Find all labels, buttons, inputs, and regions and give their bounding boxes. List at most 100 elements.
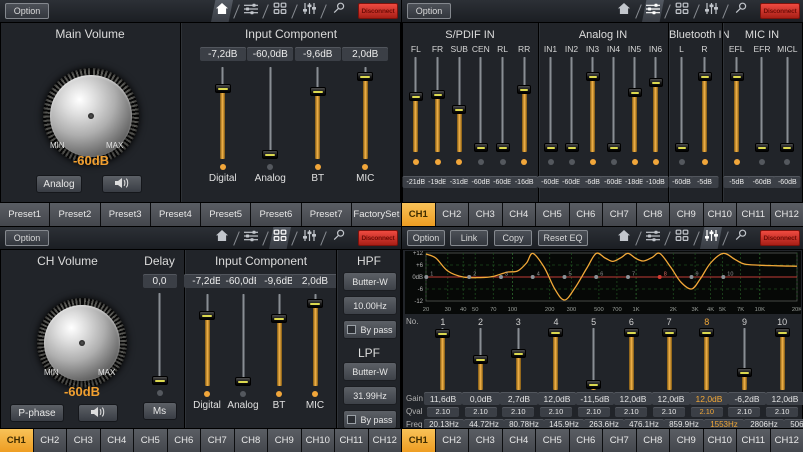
slider-handle[interactable] (628, 88, 642, 97)
eq-gain-slider[interactable] (775, 328, 790, 390)
nav-tab-mixer[interactable] (642, 0, 664, 22)
slider-handle[interactable] (698, 72, 712, 81)
channel-tab-ch7[interactable]: CH7 (603, 203, 636, 226)
slider-handle[interactable] (775, 328, 790, 337)
preset-tab-preset4[interactable]: Preset4 (151, 203, 200, 226)
slider-handle[interactable] (662, 328, 677, 337)
option-button[interactable]: Option (407, 3, 451, 19)
channel-tab-ch6[interactable]: CH6 (168, 429, 201, 452)
channel-tab-ch1[interactable]: CH1 (402, 429, 435, 452)
channel-tab-ch8[interactable]: CH8 (235, 429, 268, 452)
slider-handle[interactable] (517, 85, 531, 94)
preset-tab-factoryset[interactable]: FactorySet (352, 203, 401, 226)
hpf-freq-button[interactable]: 10.00Hz (343, 296, 397, 315)
nav-tab-key[interactable] (729, 227, 751, 249)
eq-gain-slider[interactable] (548, 328, 563, 390)
p-phase-button[interactable]: P-phase (10, 404, 64, 422)
slider-handle[interactable] (624, 328, 639, 337)
slider-handle[interactable] (780, 143, 794, 152)
option-button[interactable]: Option (407, 230, 445, 246)
slider-handle[interactable] (473, 355, 488, 364)
ms-unit-button[interactable]: Ms (143, 402, 177, 420)
slider-handle[interactable] (474, 143, 488, 152)
slider-handle[interactable] (755, 143, 769, 152)
channel-tab-ch5[interactable]: CH5 (536, 203, 569, 226)
nav-tab-key[interactable] (327, 227, 349, 249)
channel-tab-ch11[interactable]: CH11 (737, 429, 770, 452)
nav-tab-mixer[interactable] (642, 227, 664, 249)
preset-tab-preset2[interactable]: Preset2 (50, 203, 99, 226)
nav-tab-grid[interactable] (671, 0, 693, 22)
reset-eq-button[interactable]: Reset EQ (538, 230, 588, 246)
channel-tab-ch1[interactable]: CH1 (0, 429, 33, 452)
delay-slider[interactable] (152, 293, 168, 385)
input-level-slider[interactable] (496, 57, 510, 152)
nav-tab-grid[interactable] (269, 0, 291, 22)
gain-slider[interactable] (310, 67, 326, 159)
input-level-slider[interactable] (517, 57, 531, 152)
input-level-slider[interactable] (474, 57, 488, 152)
channel-tab-ch4[interactable]: CH4 (101, 429, 134, 452)
input-level-slider[interactable] (409, 57, 423, 152)
channel-tab-ch6[interactable]: CH6 (570, 429, 603, 452)
mute-button[interactable] (102, 175, 142, 193)
nav-tab-key[interactable] (327, 0, 349, 22)
slider-handle[interactable] (544, 143, 558, 152)
eq-gain-slider[interactable] (435, 328, 450, 390)
nav-tab-key[interactable] (729, 0, 751, 22)
nav-tab-faders[interactable] (700, 227, 722, 249)
input-level-slider[interactable] (628, 57, 642, 152)
slider-handle[interactable] (737, 368, 752, 377)
channel-tab-ch2[interactable]: CH2 (436, 203, 469, 226)
slider-handle[interactable] (649, 78, 663, 87)
channel-tab-ch12[interactable]: CH12 (771, 203, 803, 226)
channel-tab-ch9[interactable]: CH9 (670, 203, 703, 226)
input-level-slider[interactable] (649, 57, 663, 152)
input-level-slider[interactable] (586, 57, 600, 152)
slider-handle[interactable] (452, 105, 466, 114)
slider-handle[interactable] (357, 72, 373, 81)
input-level-slider[interactable] (698, 57, 712, 152)
nav-tab-grid[interactable] (671, 227, 693, 249)
channel-tab-ch8[interactable]: CH8 (637, 203, 670, 226)
slider-handle[interactable] (199, 311, 215, 320)
input-level-slider[interactable] (452, 57, 466, 152)
channel-tab-ch5[interactable]: CH5 (536, 429, 569, 452)
preset-tab-preset1[interactable]: Preset1 (0, 203, 49, 226)
input-level-slider[interactable] (755, 57, 769, 152)
gain-slider[interactable] (357, 67, 373, 159)
nav-tab-grid[interactable] (269, 227, 291, 249)
channel-tab-ch10[interactable]: CH10 (704, 203, 737, 226)
eq-gain-slider[interactable] (699, 328, 714, 390)
nav-tab-home[interactable] (613, 227, 635, 249)
input-level-slider[interactable] (607, 57, 621, 152)
eq-gain-slider[interactable] (511, 328, 526, 390)
channel-tab-ch3[interactable]: CH3 (67, 429, 100, 452)
channel-tab-ch10[interactable]: CH10 (704, 429, 737, 452)
slider-handle[interactable] (699, 328, 714, 337)
channel-tab-ch4[interactable]: CH4 (503, 429, 536, 452)
channel-tab-ch2[interactable]: CH2 (34, 429, 67, 452)
copy-button[interactable]: Copy (494, 230, 532, 246)
slider-handle[interactable] (310, 87, 326, 96)
channel-tab-ch11[interactable]: CH11 (335, 429, 368, 452)
eq-gain-slider[interactable] (662, 328, 677, 390)
link-button[interactable]: Link (450, 230, 488, 246)
slider-handle[interactable] (496, 143, 510, 152)
slider-handle[interactable] (511, 349, 526, 358)
channel-tab-ch7[interactable]: CH7 (603, 429, 636, 452)
channel-tab-ch12[interactable]: CH12 (771, 429, 803, 452)
option-button[interactable]: Option (5, 3, 49, 19)
nav-tab-mixer[interactable] (240, 227, 262, 249)
lpf-type-button[interactable]: Butter-W (343, 362, 397, 381)
nav-tab-faders[interactable] (298, 0, 320, 22)
slider-handle[interactable] (607, 143, 621, 152)
disconnect-button[interactable]: Disconnect (760, 3, 800, 19)
hpf-type-button[interactable]: Butter-W (343, 272, 397, 291)
eq-gain-slider[interactable] (586, 328, 601, 390)
analog-source-button[interactable]: Analog (36, 175, 82, 193)
channel-tab-ch6[interactable]: CH6 (570, 203, 603, 226)
mute-button[interactable] (78, 404, 118, 422)
slider-handle[interactable] (271, 314, 287, 323)
nav-tab-home[interactable] (211, 0, 233, 22)
